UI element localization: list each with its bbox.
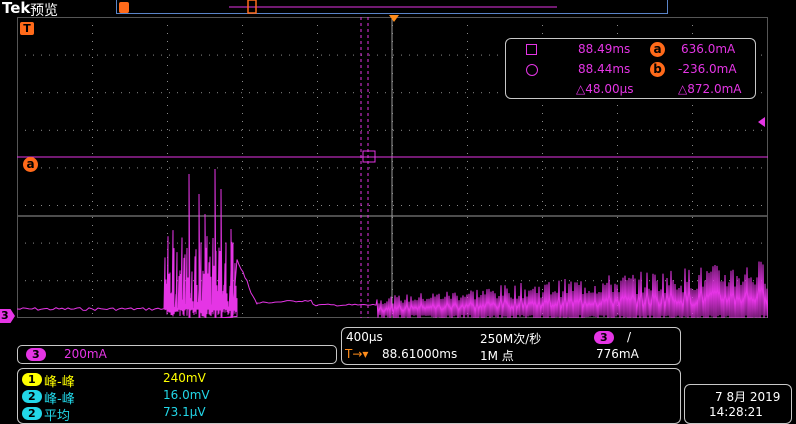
cursor-1-time: 88.49ms xyxy=(578,42,631,56)
trigger-time-arrow-icon[interactable] xyxy=(389,15,399,22)
circle-cursor-icon xyxy=(526,64,538,76)
time-per-division: 400µs xyxy=(346,330,383,344)
time-label: 14:28:21 xyxy=(709,405,763,419)
cursor-2-time: 88.44ms xyxy=(578,62,631,76)
record-view-overlay xyxy=(119,0,557,14)
trigger-level: 776mA xyxy=(596,347,639,361)
channel3-scale-box[interactable]: 3 200mA xyxy=(17,345,337,364)
cursor-b-badge: b xyxy=(650,62,665,77)
measurement-value: 73.1µV xyxy=(163,405,206,419)
measurement-value: 16.0mV xyxy=(163,388,210,402)
trigger-position-icon-label: T→▾ xyxy=(345,347,369,361)
measurement-channel-badge: 2 xyxy=(22,390,42,403)
trigger-position-time: 88.61000ms xyxy=(382,347,458,361)
trigger-channel-badge: 3 xyxy=(594,331,614,344)
measurements-panel[interactable]: 1 峰-峰 240mV 2 峰-峰 16.0mV 2 平均 73.1µV xyxy=(17,368,681,424)
cursor-a-value: 636.0mA xyxy=(681,42,736,56)
measurement-name: 平均 xyxy=(44,409,71,424)
cursor-delta-value: △872.0mA xyxy=(678,82,742,96)
trigger-slope-icon: / xyxy=(627,330,632,344)
cursor-a-marker[interactable]: a xyxy=(23,157,38,172)
channel3-ground-marker[interactable]: 3 xyxy=(0,309,15,323)
record-length: 1M 点 xyxy=(480,349,514,363)
measurement-channel-badge: 1 xyxy=(22,373,42,386)
trigger-level-arrow-icon[interactable] xyxy=(758,117,765,127)
measurement-channel-badge: 2 xyxy=(22,407,42,420)
date-label: 7 8月 2019 xyxy=(715,390,781,404)
cursor-delta-time: △48.00µs xyxy=(576,82,634,96)
trigger-position-marker[interactable]: T xyxy=(20,22,34,35)
datetime-panel: 7 8月 2019 14:28:21 xyxy=(684,384,792,424)
brand-logo: Tek xyxy=(2,0,31,17)
record-view-bar[interactable] xyxy=(116,0,668,14)
measurement-value: 240mV xyxy=(163,371,206,385)
cursor-readout-panel[interactable]: 88.49ms a 636.0mA 88.44ms b -236.0mA △48… xyxy=(505,38,756,99)
cursor-b-value: -236.0mA xyxy=(678,62,737,76)
horizontal-trigger-panel[interactable]: 400µs 250M次/秒 3 / T→▾ 88.61000ms 1M 点 77… xyxy=(341,327,681,365)
channel3-scale-value: 200mA xyxy=(64,347,107,361)
cursor-a-badge: a xyxy=(650,42,665,57)
square-cursor-icon xyxy=(526,44,537,55)
channel3-badge: 3 xyxy=(26,348,46,361)
sample-rate: 250M次/秒 xyxy=(480,332,542,346)
trigger-position-icon xyxy=(119,2,129,13)
